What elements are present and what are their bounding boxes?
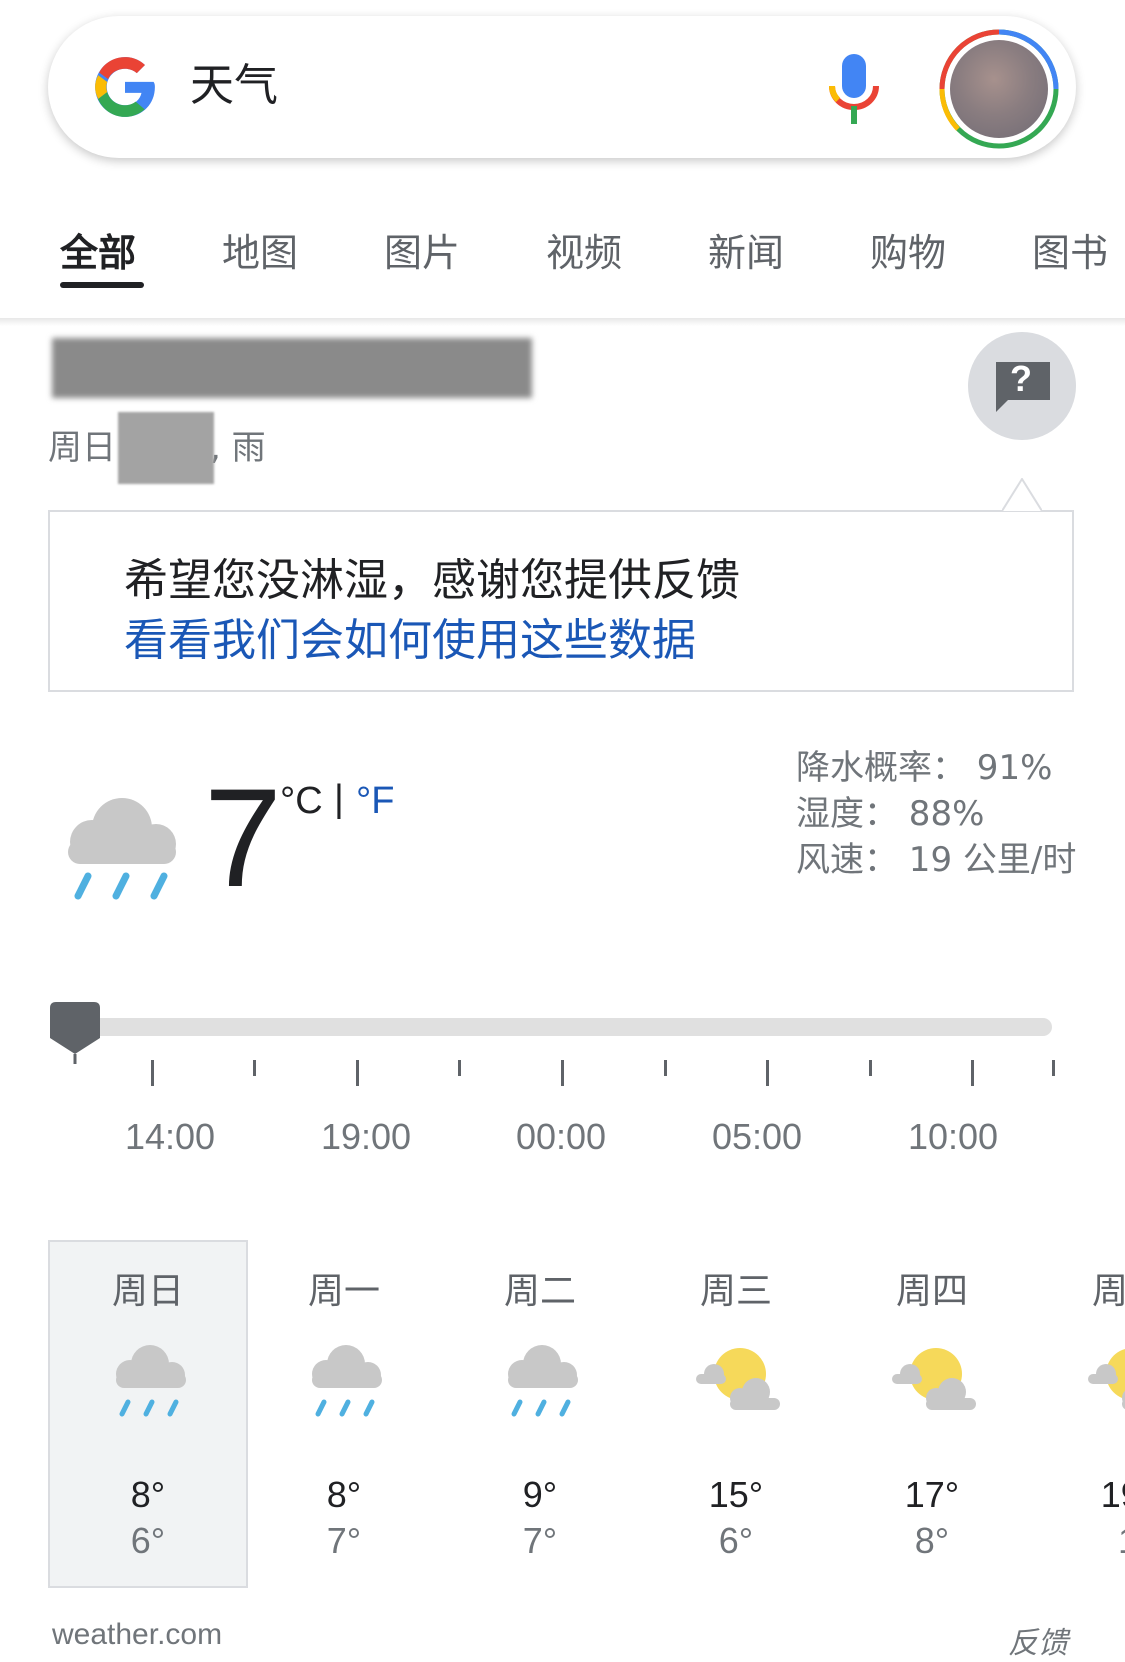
- search-query[interactable]: 天气: [190, 56, 278, 116]
- feedback-message: 希望您没淋湿，感谢您提供反馈: [124, 555, 740, 606]
- high-temp: 17°: [904, 1474, 960, 1515]
- forecast-day[interactable]: 周五 19° 1: [1030, 1240, 1125, 1588]
- data-usage-link[interactable]: 看看我们会如何使用这些数据: [124, 604, 696, 668]
- partly-sunny-icon: [1088, 1348, 1125, 1410]
- rain-icon: [116, 1345, 186, 1417]
- tab-videos[interactable]: 视频: [546, 222, 622, 277]
- avatar[interactable]: [938, 28, 1060, 150]
- timeline-tick: [151, 1060, 154, 1086]
- forecast-day[interactable]: 周一 8° 7°: [246, 1240, 442, 1588]
- timeline-tick: [356, 1060, 359, 1086]
- subtitle-day: 周日: [48, 428, 116, 468]
- low-temp: 7°: [326, 1520, 362, 1561]
- day-name: 周五: [1091, 1271, 1125, 1312]
- timeline-tick: [1052, 1060, 1055, 1076]
- day-name: 周三: [699, 1271, 772, 1312]
- unit-separator: |: [334, 778, 344, 820]
- forecast-day[interactable]: 周三 15° 6°: [638, 1240, 834, 1588]
- time-label: 19:00: [320, 1116, 412, 1157]
- tab-maps[interactable]: 地图: [222, 222, 298, 277]
- tab-shopping[interactable]: 购物: [870, 222, 946, 277]
- tabs-divider: [0, 318, 1125, 326]
- feedback-link[interactable]: 反馈: [1008, 1618, 1068, 1662]
- rain-icon: [68, 798, 176, 900]
- timeline-tick: [253, 1060, 256, 1076]
- day-name: 周日: [111, 1271, 184, 1312]
- timeline-tick: [664, 1060, 667, 1076]
- time-slider-track[interactable]: [72, 1018, 1052, 1036]
- tab-all[interactable]: 全部: [60, 222, 136, 277]
- source-link[interactable]: weather.com: [52, 1618, 222, 1652]
- time-redacted: [118, 412, 214, 484]
- low-temp: 6°: [718, 1520, 754, 1561]
- tab-images[interactable]: 图片: [384, 222, 460, 277]
- high-temp: 8°: [326, 1474, 362, 1515]
- active-tab-indicator: [60, 282, 144, 288]
- forecast-day[interactable]: 周日 8° 6°: [50, 1240, 246, 1588]
- day-name: 周二: [503, 1271, 576, 1312]
- low-temp: 6°: [130, 1520, 166, 1561]
- humidity: 湿度： 88%: [796, 794, 985, 834]
- google-logo-icon[interactable]: [90, 52, 160, 122]
- tab-books[interactable]: 图书: [1032, 222, 1125, 277]
- microphone-icon[interactable]: [828, 54, 880, 126]
- low-temp: 7°: [522, 1520, 558, 1561]
- day-name: 周四: [895, 1271, 968, 1312]
- time-label: 00:00: [515, 1116, 607, 1157]
- precipitation: 降水概率： 91%: [796, 748, 1053, 788]
- high-temp: 19°: [1100, 1474, 1125, 1515]
- time-label: 14:00: [124, 1116, 216, 1157]
- timeline-tick: [766, 1060, 769, 1086]
- high-temp: 9°: [522, 1474, 558, 1515]
- search-tabs: 全部 地图 图片 视频 新闻 购物 图书: [0, 200, 1125, 320]
- time-label: 10:00: [907, 1116, 999, 1157]
- bubble-tail: [1002, 478, 1042, 512]
- day-name: 周一: [307, 1271, 380, 1312]
- rain-icon: [312, 1345, 382, 1417]
- help-question-mark: ?: [1010, 358, 1032, 399]
- timeline-tick: [869, 1060, 872, 1076]
- unit-fahrenheit[interactable]: °F: [356, 780, 394, 823]
- partly-sunny-icon: [892, 1348, 976, 1410]
- subtitle-condition: , 雨: [210, 428, 266, 468]
- avatar-photo: [950, 40, 1048, 138]
- timeline-tick: [971, 1060, 974, 1086]
- timeline-tick: [561, 1060, 564, 1086]
- unit-celsius[interactable]: °C: [280, 780, 323, 823]
- current-temperature: 7: [204, 759, 282, 916]
- rain-icon: [508, 1345, 578, 1417]
- partly-sunny-icon: [696, 1348, 780, 1410]
- low-temp: 8°: [914, 1520, 950, 1561]
- forecast-day[interactable]: 周二 9° 7°: [442, 1240, 638, 1588]
- location-redacted: [52, 338, 532, 398]
- time-label: 05:00: [711, 1116, 803, 1157]
- low-temp: 1: [1030, 1520, 1125, 1562]
- high-temp: 15°: [708, 1474, 764, 1515]
- timeline-tick: [458, 1060, 461, 1076]
- time-slider-thumb[interactable]: [50, 1002, 100, 1064]
- tab-news[interactable]: 新闻: [708, 222, 784, 277]
- wind-speed: 风速： 19 公里/时: [796, 840, 1077, 880]
- forecast-day[interactable]: 周四 17° 8°: [834, 1240, 1030, 1588]
- high-temp: 8°: [130, 1474, 166, 1515]
